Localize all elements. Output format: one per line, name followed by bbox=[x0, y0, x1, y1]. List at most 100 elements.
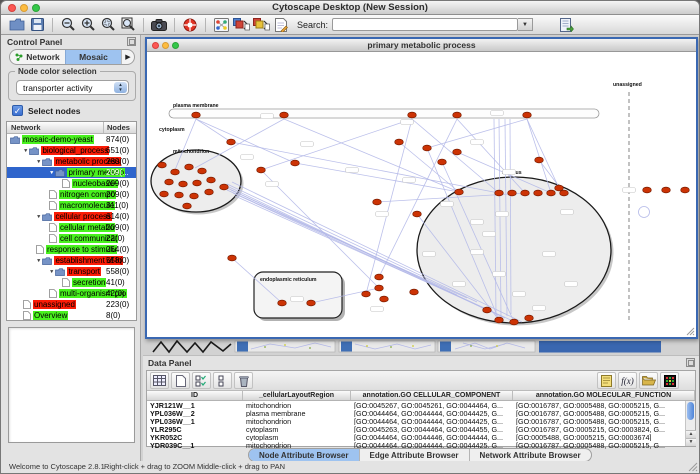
edge[interactable] bbox=[261, 170, 379, 288]
tree-row[interactable]: mosaic-demo-yeast874(0) bbox=[7, 134, 136, 145]
network-node[interactable] bbox=[395, 139, 404, 145]
network-node[interactable] bbox=[681, 187, 690, 193]
tree-row[interactable]: nucleobase-209(0) bbox=[7, 178, 136, 189]
minimized-window[interactable] bbox=[539, 341, 661, 353]
network-node[interactable] bbox=[453, 112, 462, 118]
scroll-up-icon[interactable]: ▲ bbox=[686, 430, 696, 438]
function-icon[interactable]: f(x) bbox=[618, 372, 637, 389]
zoom-in-icon[interactable] bbox=[78, 16, 98, 33]
network-node[interactable] bbox=[193, 180, 202, 186]
network-node[interactable] bbox=[175, 192, 184, 198]
network-node[interactable] bbox=[192, 112, 201, 118]
tree-row[interactable]: cellular metabo209(0) bbox=[7, 222, 136, 233]
network-node[interactable] bbox=[453, 149, 462, 155]
network-overview-icon[interactable] bbox=[211, 16, 231, 33]
select-attributes-icon[interactable] bbox=[192, 372, 211, 389]
snapshot-icon[interactable] bbox=[149, 16, 169, 33]
expand-arrow-icon[interactable]: ▼ bbox=[36, 258, 41, 263]
window-resize-grip[interactable] bbox=[686, 327, 695, 336]
network-node[interactable] bbox=[438, 159, 447, 165]
scroll-down-icon[interactable]: ▼ bbox=[686, 438, 696, 446]
network-node[interactable] bbox=[185, 164, 194, 170]
network-node[interactable] bbox=[495, 190, 504, 196]
network-node[interactable] bbox=[535, 157, 544, 163]
tab-network[interactable]: Network bbox=[10, 50, 65, 64]
tree-row[interactable]: Overview8(0) bbox=[7, 310, 136, 321]
tree-item-label[interactable]: secretion bbox=[72, 278, 106, 287]
minimized-window[interactable] bbox=[339, 341, 435, 352]
network-node[interactable] bbox=[362, 291, 371, 297]
unselect-attributes-icon[interactable] bbox=[213, 372, 232, 389]
column-header[interactable]: ID bbox=[147, 391, 243, 400]
tree-row[interactable]: response to stimulu264(0) bbox=[7, 244, 136, 255]
save-icon[interactable] bbox=[27, 16, 47, 33]
expand-arrow-icon[interactable]: ▼ bbox=[36, 159, 41, 164]
notes-icon[interactable] bbox=[597, 372, 616, 389]
app-resize-grip[interactable] bbox=[688, 462, 698, 472]
new-attribute-icon[interactable] bbox=[171, 372, 190, 389]
tree-row[interactable]: ▼cellular process614(0) bbox=[7, 211, 136, 222]
import-attributes-icon[interactable] bbox=[639, 372, 658, 389]
network-node[interactable] bbox=[483, 307, 492, 313]
attribute-mapper-icon[interactable] bbox=[251, 16, 271, 33]
tree-item-label[interactable]: cellular process bbox=[54, 212, 112, 221]
edge[interactable] bbox=[284, 119, 459, 192]
minimized-window[interactable] bbox=[235, 341, 335, 352]
network-node[interactable] bbox=[495, 317, 504, 323]
network-node[interactable] bbox=[525, 315, 534, 321]
tree-row[interactable]: macromolecule311(0) bbox=[7, 200, 136, 211]
tab-edge-attribute-browser[interactable]: Edge Attribute Browser bbox=[360, 449, 470, 461]
network-node[interactable] bbox=[307, 300, 316, 306]
network-node[interactable] bbox=[205, 189, 214, 195]
network-node[interactable] bbox=[291, 160, 300, 166]
network-node[interactable] bbox=[160, 191, 169, 197]
annotation-icon[interactable] bbox=[271, 16, 291, 33]
network-node[interactable] bbox=[510, 319, 519, 325]
network-node[interactable] bbox=[410, 289, 419, 295]
table-scrollbar[interactable]: ▲ ▼ bbox=[685, 401, 695, 446]
network-node[interactable] bbox=[183, 203, 192, 209]
network-node[interactable] bbox=[508, 190, 517, 196]
network-node[interactable] bbox=[207, 177, 216, 183]
network-node[interactable] bbox=[547, 190, 556, 196]
tree-row[interactable]: multi-organism pro42(0) bbox=[7, 288, 136, 299]
tree-row[interactable]: ▼transport558(0) bbox=[7, 266, 136, 277]
network-node[interactable] bbox=[413, 211, 422, 217]
network-node[interactable] bbox=[408, 112, 417, 118]
zoom-fit-icon[interactable] bbox=[118, 16, 138, 33]
tree-col-network[interactable]: Network bbox=[7, 122, 104, 133]
tree-item-label[interactable]: biological_process bbox=[41, 146, 109, 155]
network-node[interactable] bbox=[228, 255, 237, 261]
tabs-overflow-arrow-icon[interactable]: ▶ bbox=[121, 50, 134, 64]
float-panel-icon[interactable] bbox=[686, 358, 695, 367]
tree-col-nodes[interactable]: Nodes bbox=[104, 122, 136, 133]
network-node[interactable] bbox=[220, 184, 229, 190]
network-node[interactable] bbox=[165, 179, 174, 185]
vizmapper-icon[interactable] bbox=[231, 16, 251, 33]
tab-node-attribute-browser[interactable]: Node Attribute Browser bbox=[249, 449, 360, 461]
table-row[interactable]: YPL036W__1mitochondrion[GO:0044464, GO:0… bbox=[147, 417, 695, 425]
table-row[interactable]: YPL036W__2plasma membrane[GO:0044464, GO… bbox=[147, 409, 695, 417]
expand-arrow-icon[interactable]: ▼ bbox=[36, 214, 41, 219]
network-node[interactable] bbox=[158, 162, 167, 168]
select-nodes-checkbox[interactable]: ✓ bbox=[12, 105, 23, 116]
network-node[interactable] bbox=[198, 168, 207, 174]
expand-arrow-icon[interactable]: ▼ bbox=[23, 148, 28, 153]
network-node[interactable] bbox=[375, 285, 384, 291]
network-node[interactable] bbox=[555, 185, 564, 191]
minimized-window[interactable] bbox=[438, 341, 535, 352]
network-node[interactable] bbox=[227, 139, 236, 145]
self-loop-edge[interactable] bbox=[639, 207, 650, 218]
table-row[interactable]: YLR295Ccytoplasm[GO:0045263, GO:0044464,… bbox=[147, 425, 695, 433]
tree-row[interactable]: nitrogen compo209(0) bbox=[7, 189, 136, 200]
compartment-plasma-membrane[interactable] bbox=[169, 109, 599, 118]
table-row[interactable]: YKR052Ccytoplasm[GO:0044464, GO:0044446,… bbox=[147, 433, 695, 441]
network-node[interactable] bbox=[534, 190, 543, 196]
column-header[interactable]: annotation.GO MOLECULAR_FUNCTION bbox=[513, 391, 695, 400]
network-node[interactable] bbox=[257, 167, 266, 173]
tree-row[interactable]: unassigned223(0) bbox=[7, 299, 136, 310]
network-canvas[interactable]: plasma membranecytoplasmmitochondrionnuc… bbox=[147, 52, 696, 337]
zoom-out-icon[interactable] bbox=[58, 16, 78, 33]
network-node[interactable] bbox=[423, 145, 432, 151]
edge[interactable] bbox=[196, 119, 231, 142]
